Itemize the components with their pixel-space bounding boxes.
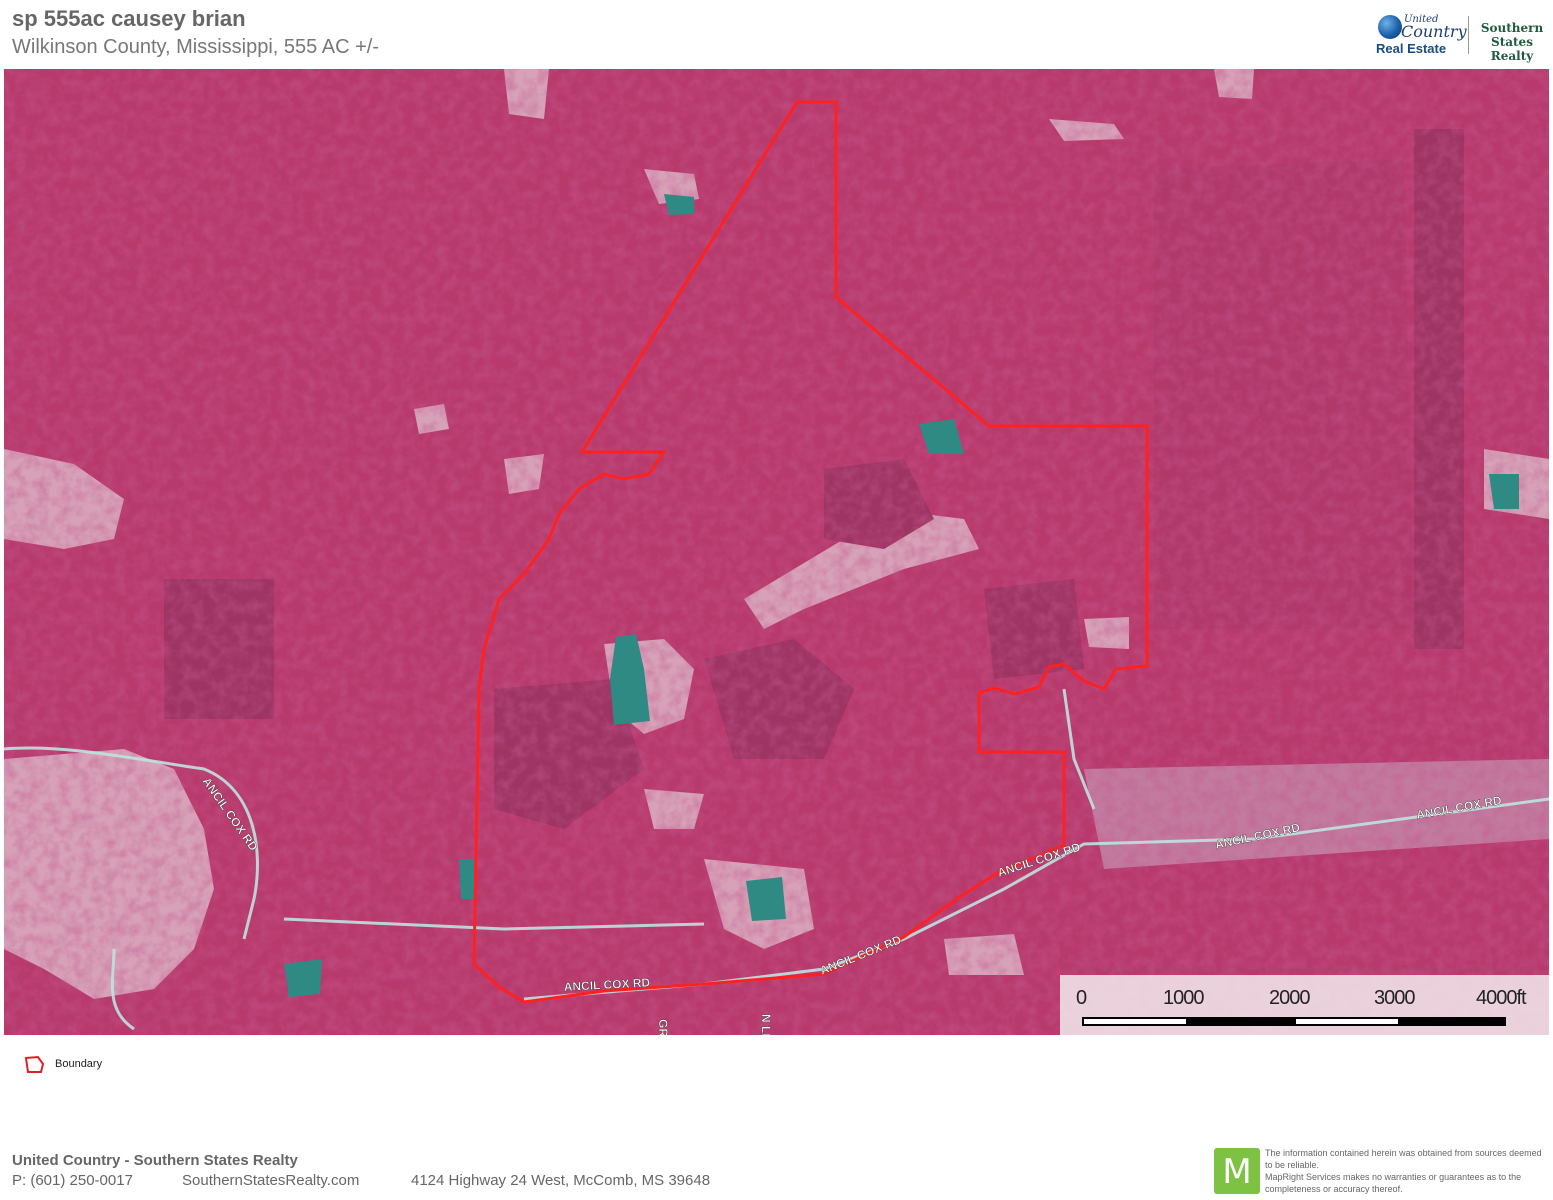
- footer-website[interactable]: SouthernStatesRealty.com: [182, 1172, 359, 1189]
- disclaimer-line-2: MapRight Services makes no warranties or…: [1265, 1172, 1522, 1194]
- scale-label-2000: 2000: [1269, 987, 1310, 1009]
- footer-company: United Country - Southern States Realty: [12, 1152, 298, 1169]
- scale-segment: [1294, 1017, 1400, 1026]
- logo-states-realty: States Realty: [1490, 35, 1534, 63]
- road-label: GR: [656, 1019, 670, 1035]
- scale-label-4000ft: 4000ft: [1476, 987, 1527, 1009]
- logo-southern-states-text: Southern States Realty: [1474, 21, 1550, 63]
- mapright-logo-letter: M: [1222, 1152, 1252, 1192]
- united-country-logo: United Country Real Estate Southern Stat…: [1374, 14, 1550, 63]
- map-subtitle: Wilkinson County, Mississippi, 555 AC +/…: [12, 36, 379, 58]
- legend-boundary-label: Boundary: [55, 1058, 103, 1070]
- disclaimer: The information contained herein was obt…: [1265, 1147, 1550, 1195]
- logo-divider: [1468, 16, 1469, 54]
- scale-segment: [1188, 1017, 1294, 1026]
- mapright-logo-icon: M: [1214, 1148, 1260, 1194]
- footer-phone: P: (601) 250-0017: [12, 1172, 133, 1189]
- aerial-map[interactable]: ANCIL COX RD ANCIL COX RD ANCIL COX RD A…: [4, 69, 1549, 1035]
- scale-bar: 0 1000 2000 3000 4000ft: [1060, 975, 1549, 1035]
- logo-country-text: Country: [1401, 22, 1467, 41]
- footer-address: 4124 Highway 24 West, McComb, MS 39648: [411, 1172, 711, 1189]
- globe-icon: [1378, 15, 1402, 39]
- logo-real-estate-text: Real Estate: [1376, 41, 1447, 56]
- logo-southern: Southern: [1480, 21, 1544, 35]
- disclaimer-line-1: The information contained herein was obt…: [1265, 1148, 1542, 1170]
- road-label: N LN: [759, 1014, 773, 1035]
- scale-label-0: 0: [1076, 987, 1087, 1009]
- scale-label-3000: 3000: [1374, 987, 1415, 1009]
- scale-segment: [1082, 1017, 1188, 1026]
- boundary-polygon-icon: [24, 1055, 45, 1073]
- map-title: sp 555ac causey brian: [12, 6, 246, 31]
- map-imagery: ANCIL COX RD ANCIL COX RD ANCIL COX RD A…: [4, 69, 1549, 1035]
- scale-label-1000: 1000: [1163, 987, 1204, 1009]
- scale-segment: [1400, 1017, 1506, 1026]
